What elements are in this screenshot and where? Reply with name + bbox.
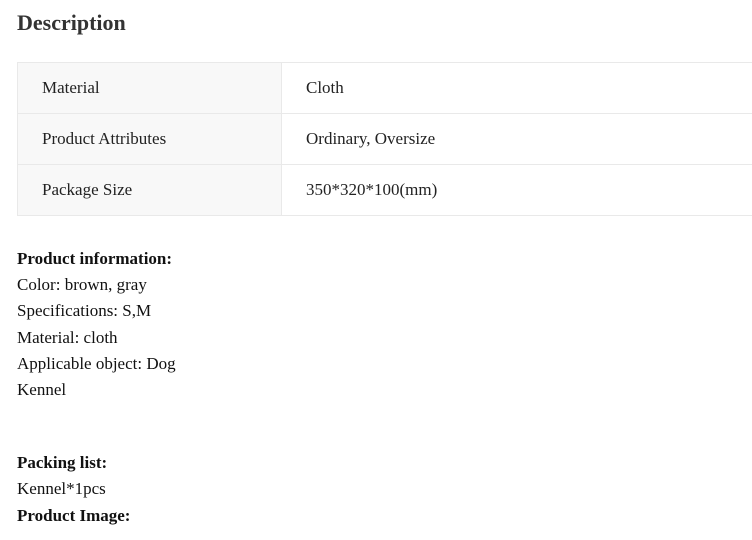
attribute-value: Ordinary, Oversize	[281, 113, 752, 165]
product-info-line: Applicable object: Dog	[17, 353, 176, 373]
product-description: Product information: Color: brown, gray …	[17, 246, 176, 529]
product-image-heading: Product Image:	[17, 505, 131, 525]
table-row: Package Size 350*320*100(mm)	[17, 164, 752, 216]
attribute-key: Product Attributes	[17, 113, 282, 165]
product-info-line: Specifications: S,M	[17, 301, 152, 321]
table-row: Material Cloth	[17, 62, 752, 114]
product-info-line: Kennel	[17, 380, 67, 400]
packing-list-heading: Packing list:	[17, 453, 108, 473]
product-info-line: Material: cloth	[17, 327, 118, 347]
attribute-value: Cloth	[281, 62, 752, 114]
attribute-key: Package Size	[17, 164, 282, 216]
attribute-key: Material	[17, 62, 282, 114]
packing-list-line: Kennel*1pcs	[17, 479, 106, 499]
section-title: Description	[17, 10, 126, 35]
product-info-heading: Product information:	[17, 249, 173, 268]
product-info-line: Color: brown, gray	[17, 275, 147, 295]
attribute-value: 350*320*100(mm)	[281, 164, 752, 216]
table-row: Product Attributes Ordinary, Oversize	[17, 113, 752, 165]
attributes-table: Material Cloth Product Attributes Ordina…	[17, 62, 752, 216]
